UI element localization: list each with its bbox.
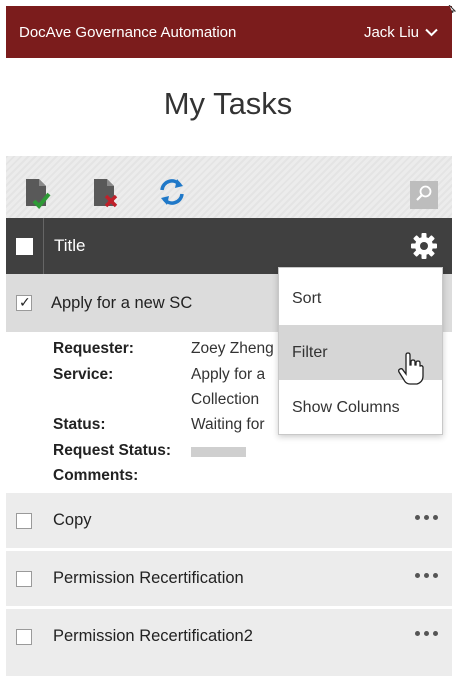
menu-item-sort[interactable]: Sort [279, 271, 442, 326]
table-row[interactable]: Permission Recertification2 [6, 609, 452, 664]
hand-cursor-icon [398, 352, 424, 391]
service-value-line1: Apply for a [191, 366, 266, 383]
row-checkbox-checked[interactable]: ✓ [16, 294, 32, 311]
table-row[interactable]: Copy [6, 493, 452, 548]
mouse-pointer-icon [447, 0, 456, 18]
app-title: DocAve Governance Automation [19, 23, 237, 41]
toolbar [6, 156, 452, 218]
top-bar: DocAve Governance Automation Jack Liu [6, 6, 452, 58]
service-label: Service: [53, 366, 114, 383]
refresh-icon[interactable] [156, 176, 188, 213]
search-button[interactable] [410, 181, 438, 209]
row-title: Copy [53, 511, 92, 529]
more-options-icon[interactable] [415, 573, 438, 578]
page-title: My Tasks [163, 86, 293, 121]
table-header: Title [6, 218, 452, 274]
more-options-icon[interactable] [415, 515, 438, 520]
row-checkbox[interactable] [16, 628, 32, 645]
table-row[interactable]: Permission Recertification [6, 551, 452, 606]
gear-icon[interactable] [410, 232, 438, 265]
user-name: Jack Liu [363, 23, 419, 41]
column-title-header[interactable]: Title [54, 236, 86, 256]
approve-document-icon[interactable] [24, 178, 54, 215]
table-row-partial [6, 660, 452, 676]
header-divider [43, 218, 44, 274]
request-status-label: Request Status: [53, 442, 171, 459]
checkmark-icon: ✓ [19, 294, 31, 310]
requester-label: Requester: [53, 340, 134, 357]
chevron-down-icon [425, 28, 438, 37]
more-options-icon[interactable] [415, 631, 438, 636]
requester-value: Zoey Zheng [191, 340, 274, 357]
status-label: Status: [53, 416, 106, 433]
comments-label: Comments: [53, 467, 139, 484]
reject-document-icon[interactable] [92, 178, 122, 215]
column-options-menu: Sort Filter Show Columns [278, 267, 443, 435]
service-value-line2: Collection [191, 391, 260, 408]
status-value: Waiting for [191, 416, 265, 433]
row-checkbox[interactable] [16, 570, 32, 587]
user-menu[interactable]: Jack Liu [364, 24, 438, 41]
row-title: Apply for a new SC [51, 293, 193, 312]
select-all-checkbox[interactable] [16, 237, 33, 255]
row-title: Permission Recertification [53, 569, 244, 587]
request-status-bar [191, 447, 246, 457]
row-title: Permission Recertification2 [53, 627, 253, 645]
row-checkbox[interactable] [16, 512, 32, 529]
search-icon [415, 184, 433, 207]
